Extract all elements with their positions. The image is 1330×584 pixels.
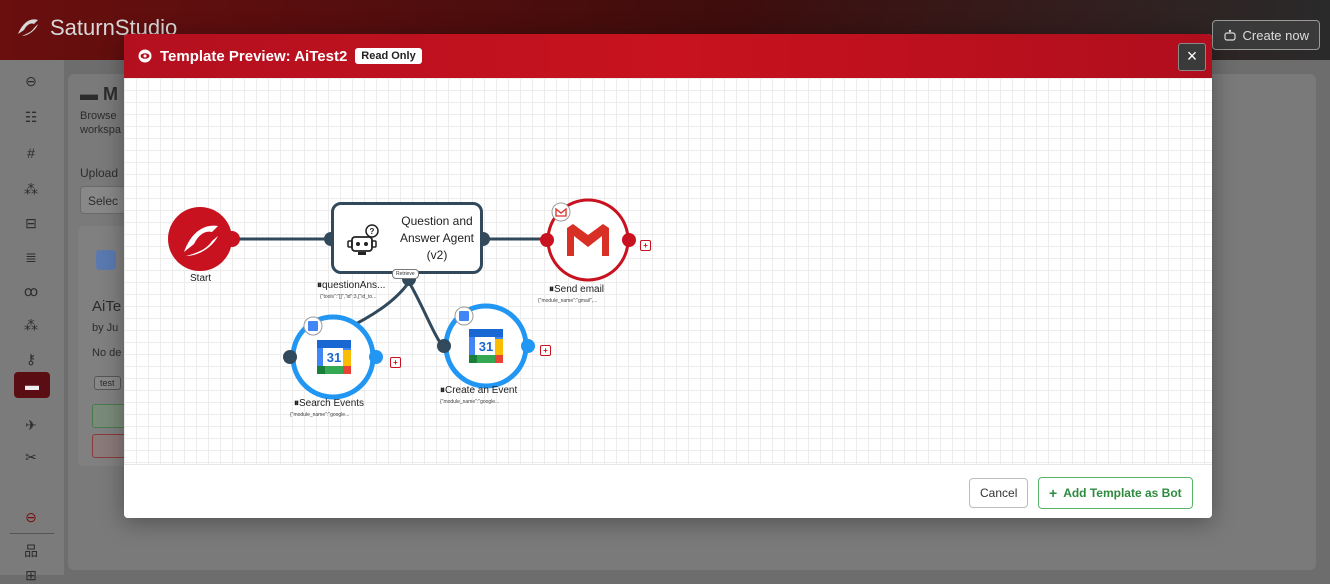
- cancel-button[interactable]: Cancel: [969, 478, 1029, 508]
- modal-header: Template Preview: AiTest2 Read Only ×: [124, 34, 1212, 78]
- plus-icon: +: [1049, 485, 1058, 501]
- store-title-icon: ▬: [80, 84, 104, 104]
- add-after-email-button[interactable]: +: [640, 240, 651, 251]
- gmail-badge-icon: [551, 202, 571, 222]
- template-preview-modal: Template Preview: AiTest2 Read Only × 31…: [124, 34, 1212, 518]
- add-after-create-button[interactable]: +: [540, 345, 551, 356]
- bot-icon[interactable]: ⊖: [22, 72, 40, 90]
- search-events-label: ⏸Search Events: [294, 398, 365, 409]
- panel-icon[interactable]: ⊟: [22, 214, 40, 232]
- key-icon[interactable]: ⚷: [22, 350, 40, 368]
- search-output-port[interactable]: [369, 350, 383, 364]
- question-answer-node[interactable]: ? Question and Answer Agent (v2): [331, 202, 483, 274]
- browse-text: Browse: [80, 110, 117, 122]
- workspace-text: workspa: [80, 124, 121, 136]
- svg-text:?: ?: [370, 227, 375, 236]
- qa-node-config: {"tools":"[]","id":3,{"id_to...: [320, 294, 377, 300]
- sidebar-divider: [10, 533, 54, 534]
- create-now-label: Create now: [1242, 27, 1309, 43]
- sidebar: ⊖ ☷ # ⁂ ⊟ ≣ ꝏ ⁂ ⚷ ▬ ✈ ✂ ⊖ 品 ⊞: [0, 60, 64, 583]
- send-email-config: {"module_name":"gmail",...: [538, 298, 598, 304]
- email-output-port[interactable]: [622, 233, 636, 247]
- edge-qa-create: [407, 281, 446, 349]
- hierarchy-icon[interactable]: 品: [22, 542, 40, 560]
- add-template-as-bot-button[interactable]: + Add Template as Bot: [1038, 477, 1193, 509]
- send-email-label: ⏸Send email: [549, 284, 605, 295]
- create-event-label: ⏸Create an Event: [440, 385, 518, 396]
- add-after-search-button[interactable]: +: [390, 357, 401, 368]
- tools-icon[interactable]: ✂: [22, 448, 40, 466]
- modal-title: Template Preview: AiTest2: [160, 47, 348, 65]
- flow-icon[interactable]: ☷: [22, 108, 40, 126]
- bot-icon: [1223, 29, 1236, 41]
- hash-icon[interactable]: #: [22, 144, 40, 162]
- card-title: AiTe: [92, 298, 122, 315]
- flow-connections: [168, 198, 636, 400]
- add-template-label: Add Template as Bot: [1063, 486, 1182, 500]
- card-description: No de: [92, 347, 122, 359]
- marketplace-title: ▬ M: [80, 84, 119, 104]
- card-author: by Ju: [92, 322, 119, 334]
- start-label: Start: [190, 273, 212, 284]
- eye-icon: [138, 49, 152, 63]
- users-icon[interactable]: ꝏ: [22, 282, 40, 300]
- create-input-port[interactable]: [437, 339, 451, 353]
- calendar-card-icon: [96, 250, 116, 270]
- search-events-config: {"module_name":"google...: [290, 412, 350, 418]
- read-only-badge: Read Only: [355, 48, 422, 64]
- calendar-number: 31: [326, 350, 342, 365]
- calendar-number: 31: [478, 339, 494, 354]
- bg-select-text: Selec: [88, 194, 119, 208]
- start-node[interactable]: [168, 207, 232, 271]
- card-tag: test: [94, 376, 121, 390]
- close-button[interactable]: ×: [1178, 43, 1206, 71]
- team-icon[interactable]: ⁂: [22, 180, 40, 198]
- grid-icon[interactable]: ⊞: [22, 566, 40, 584]
- retrieve-badge: Retrieve: [392, 269, 419, 279]
- qa-title: Question and Answer Agent (v2): [399, 214, 475, 262]
- network-icon[interactable]: ⁂: [22, 316, 40, 334]
- store-icon[interactable]: ▬: [14, 372, 50, 398]
- email-input-port[interactable]: [540, 233, 554, 247]
- saturn-logo-icon: [18, 19, 38, 36]
- create-event-config: {"module_name":"google...: [440, 399, 500, 405]
- qa-node-label: ⏸questionAns...: [317, 280, 386, 291]
- upload-label: Upload: [80, 166, 119, 180]
- robot-question-icon: ?: [347, 224, 379, 255]
- saturn-icon[interactable]: ✈: [22, 416, 40, 434]
- bot-red-icon[interactable]: ⊖: [22, 508, 40, 526]
- create-output-port[interactable]: [521, 339, 535, 353]
- search-input-port[interactable]: [283, 350, 297, 364]
- flow-canvas[interactable]: 31 31 ? Question and Answer Agent (v2) R…: [124, 78, 1212, 464]
- create-now-button[interactable]: Create now: [1211, 20, 1320, 50]
- modal-footer: Cancel + Add Template as Bot: [124, 464, 1212, 518]
- database-icon[interactable]: ≣: [22, 248, 40, 266]
